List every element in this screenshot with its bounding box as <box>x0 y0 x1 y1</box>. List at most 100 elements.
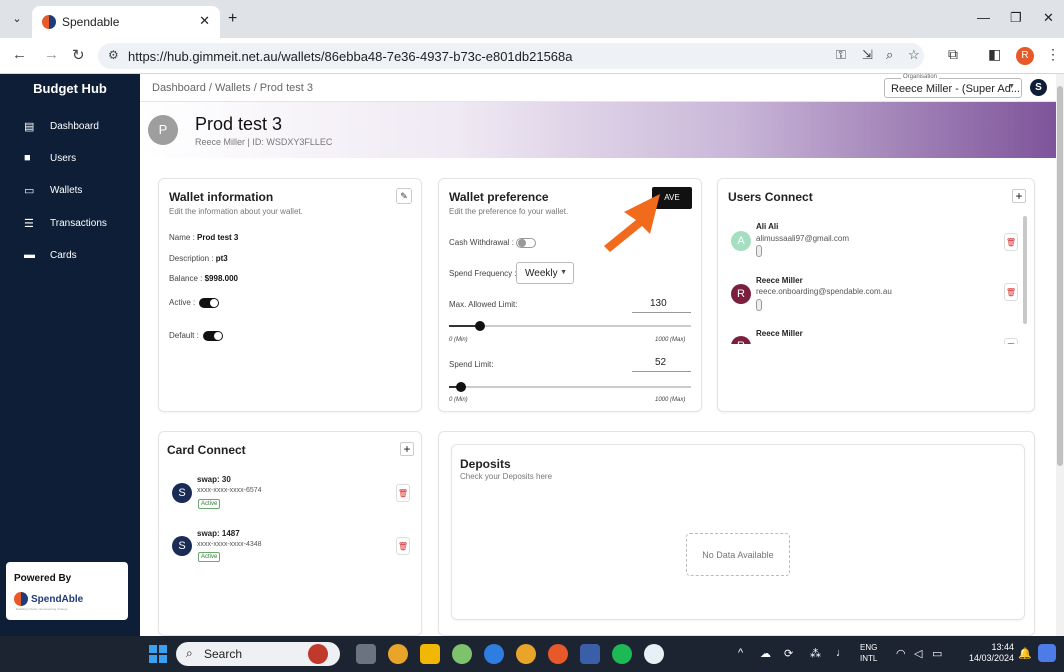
file-explorer-icon[interactable] <box>420 644 440 664</box>
extensions-icon[interactable]: ⧉ <box>948 46 958 63</box>
sync-tray-icon[interactable]: ⟳ <box>784 647 793 660</box>
spend-limit-value[interactable]: 52 <box>655 357 666 368</box>
compass-app-icon[interactable] <box>548 644 568 664</box>
spend-frequency-select[interactable]: Weekly ▼ <box>516 262 574 284</box>
wallet-pref-subtitle: Edit the preference fo your wallet. <box>449 207 569 216</box>
transactions-icon: ☰ <box>24 217 34 230</box>
max-limit-slider-rail[interactable] <box>449 325 691 327</box>
install-app-icon[interactable]: ⇲ <box>862 47 873 63</box>
search-icon: ⌕ <box>186 646 193 660</box>
max-limit-min-caption: 0 (Min) <box>449 337 468 343</box>
max-limit-value[interactable]: 130 <box>650 298 667 309</box>
restore-icon[interactable]: ❐ <box>1010 10 1022 26</box>
user-toggle[interactable] <box>756 245 762 257</box>
password-key-icon[interactable]: ⚿ <box>836 47 846 63</box>
sidebar-item-dashboard[interactable]: ▤ Dashboard <box>24 118 99 134</box>
sidebar-item-wallets[interactable]: ▭ Wallets <box>24 182 82 198</box>
sidebar-item-users[interactable]: ■ Users <box>24 150 76 166</box>
forward-icon[interactable]: → <box>44 46 59 63</box>
site-info-icon[interactable]: ⚙ <box>108 48 119 62</box>
sidebar-item-transactions[interactable]: ☰ Transactions <box>24 215 107 231</box>
battery-icon[interactable]: ▭ <box>932 647 942 660</box>
taskbar-clock[interactable]: 13:44 14/03/2024 <box>958 642 1014 664</box>
users-list-scrollbar[interactable] <box>1023 216 1027 324</box>
notification-bell-icon[interactable]: 🔔 <box>1018 647 1032 660</box>
show-hidden-icons-icon[interactable]: ^ <box>738 647 743 659</box>
delete-card-button[interactable]: 🗑 <box>396 537 410 555</box>
status-badge: Active <box>198 499 221 509</box>
user-toggle[interactable] <box>756 299 762 311</box>
page-scrollbar[interactable] <box>1056 74 1064 636</box>
sidebar-item-cards[interactable]: ▬ Cards <box>24 247 77 263</box>
powered-by-label: Powered By <box>14 573 72 584</box>
spotify-icon[interactable] <box>612 644 632 664</box>
microphone-icon[interactable]: ♩ <box>836 647 847 659</box>
user-name: Reece Miller <box>756 276 803 285</box>
side-panel-icon[interactable]: ◧ <box>988 46 1001 63</box>
delete-user-button[interactable]: 🗑 <box>1004 233 1018 251</box>
new-tab-icon[interactable]: + <box>228 10 237 28</box>
spend-limit-slider-thumb[interactable] <box>456 382 466 392</box>
cloud-app-icon[interactable] <box>644 644 664 664</box>
bookmark-star-icon[interactable]: ☆ <box>908 47 920 63</box>
volume-icon[interactable]: ◁ <box>914 647 922 660</box>
close-window-icon[interactable]: ✕ <box>1043 10 1054 26</box>
user-avatar[interactable]: S <box>1030 79 1047 96</box>
scrollbar-thumb[interactable] <box>1057 86 1063 466</box>
spend-frequency-value: Weekly <box>525 268 558 279</box>
add-card-button[interactable]: + <box>400 442 414 456</box>
card-connect-title: Card Connect <box>167 443 246 457</box>
remote-desktop-icon[interactable] <box>580 644 600 664</box>
spendable-favicon-icon <box>42 15 56 29</box>
chrome-icon[interactable] <box>388 644 408 664</box>
windows-start-icon[interactable] <box>149 645 167 663</box>
organisation-select[interactable]: Organisation Reece Miller - (Super Ad...… <box>884 74 1022 98</box>
max-limit-slider-thumb[interactable] <box>475 321 485 331</box>
logo-tagline: Enabling Choice, Empowering Change <box>16 607 68 611</box>
user-email: reece.onboarding@spendable.com.au <box>756 287 892 296</box>
sidebar-item-label: Dashboard <box>50 120 99 132</box>
profile-avatar[interactable]: R <box>1016 47 1034 65</box>
cloud-tray-icon[interactable]: ☁ <box>760 647 771 660</box>
browser-menu-icon[interactable]: ⋮ <box>1046 46 1060 63</box>
teams-tray-icon[interactable]: ⁂ <box>810 647 821 660</box>
cash-withdrawal-toggle[interactable] <box>516 238 536 248</box>
spendable-logo-icon <box>14 592 28 606</box>
address-bar[interactable]: ⚙ https://hub.gimmeit.net.au/wallets/86e… <box>98 43 924 69</box>
user-avatar: R <box>731 336 751 344</box>
add-user-button[interactable]: + <box>1012 189 1026 203</box>
spend-limit-slider-rail[interactable] <box>449 386 691 388</box>
breadcrumb[interactable]: Dashboard / Wallets / Prod test 3 <box>152 82 313 94</box>
browser-tab[interactable]: Spendable ✕ <box>32 6 220 38</box>
chat-app-icon[interactable] <box>452 644 472 664</box>
copilot-icon[interactable] <box>484 644 504 664</box>
active-toggle[interactable] <box>199 298 219 308</box>
delete-user-button[interactable]: 🗑 <box>1004 283 1018 301</box>
input-language[interactable]: ENG INTL <box>860 642 877 664</box>
delete-user-button[interactable]: 🗑 <box>1004 338 1018 344</box>
wallet-name-row: Name : Prod test 3 <box>169 233 239 242</box>
copilot-tray-icon[interactable] <box>1038 644 1056 662</box>
wallet-balance-row: Balance : $998.000 <box>169 274 238 283</box>
card-number: xxxx-xxxx-xxxx-6574 <box>197 487 262 494</box>
zoom-icon[interactable]: ⌕ <box>886 47 893 63</box>
browser-toolbar: ← → ↻ ⚙ https://hub.gimmeit.net.au/walle… <box>0 38 1064 74</box>
tab-search-icon[interactable]: ⌄ <box>8 10 26 28</box>
default-toggle[interactable] <box>203 331 223 341</box>
status-badge: Active <box>198 552 221 562</box>
users-connect-title: Users Connect <box>728 190 813 204</box>
edit-wallet-button[interactable]: ✎ <box>396 188 412 204</box>
wallet-banner: P Prod test 3 Reece Miller | ID: WSDXY3F… <box>140 102 1056 158</box>
minimize-icon[interactable]: — <box>977 10 990 25</box>
delete-card-button[interactable]: 🗑 <box>396 484 410 502</box>
card-icon: ▬ <box>24 249 35 261</box>
max-limit-underline <box>632 312 691 313</box>
task-view-icon[interactable] <box>356 644 376 664</box>
wifi-icon[interactable]: ◠ <box>896 647 906 660</box>
tab-close-icon[interactable]: ✕ <box>199 13 210 29</box>
user-avatar: A <box>731 231 751 251</box>
chrome-profile-icon[interactable] <box>516 644 536 664</box>
weather-widget-icon[interactable] <box>308 644 328 664</box>
back-icon[interactable]: ← <box>12 46 27 63</box>
reload-icon[interactable]: ↻ <box>72 46 85 64</box>
